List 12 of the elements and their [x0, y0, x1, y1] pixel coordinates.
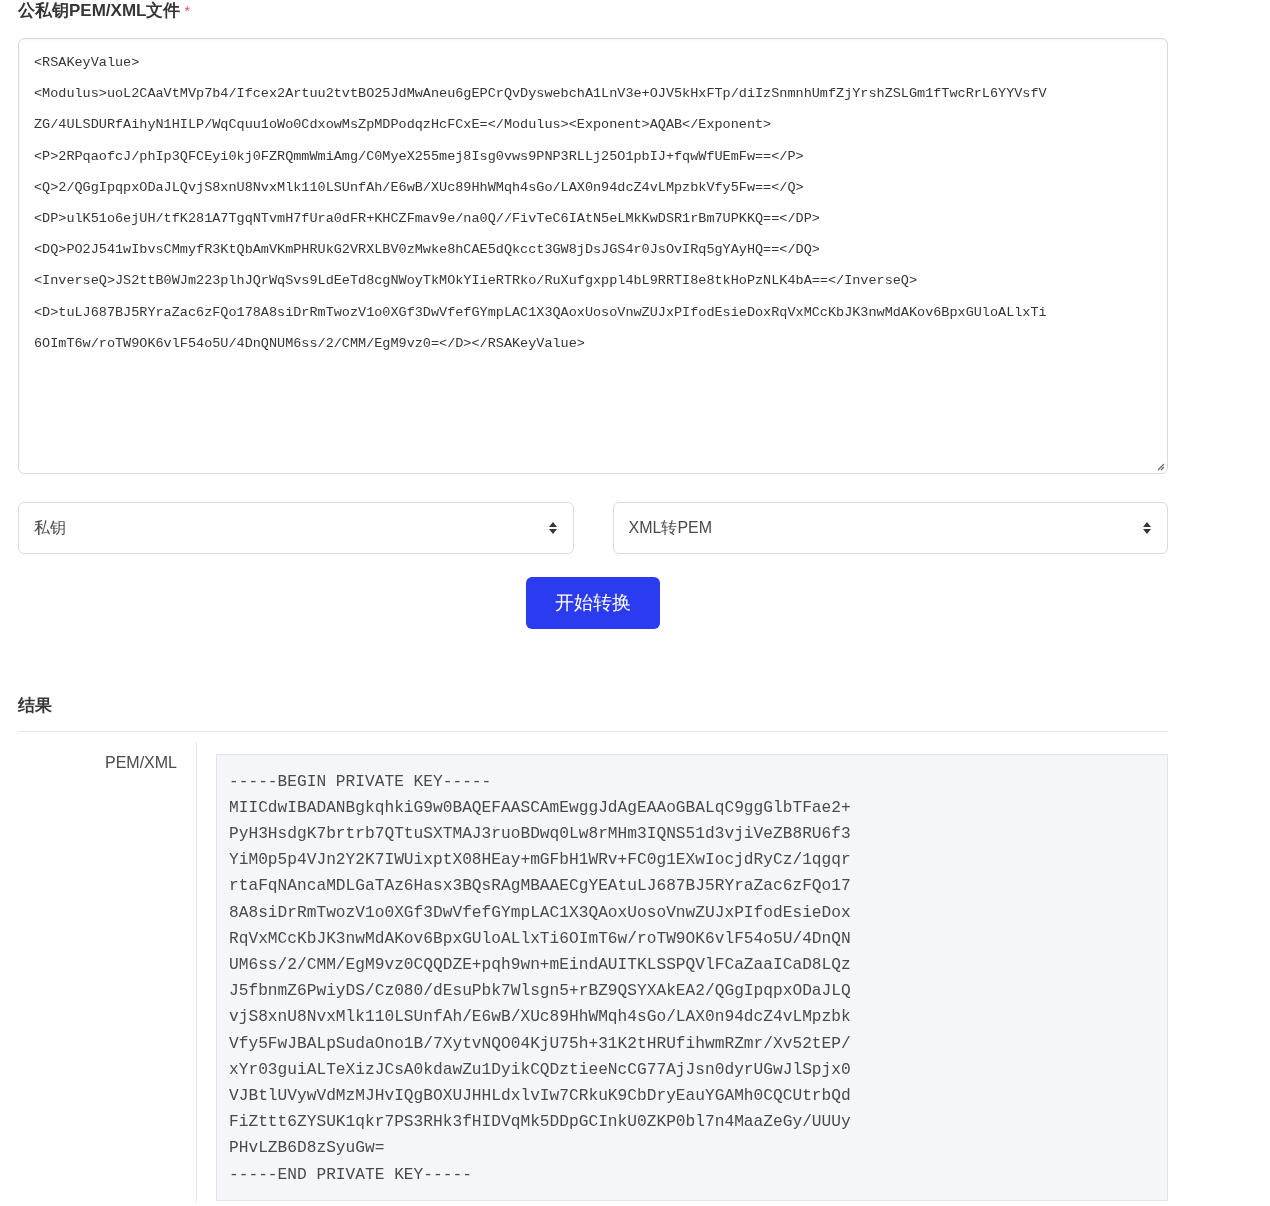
select-dropdown[interactable]: XML转PEM [612, 502, 1168, 554]
result-heading: 结果 [18, 696, 52, 715]
required-mark: * [184, 2, 190, 21]
select-dropdown[interactable]: 私钥 [18, 502, 574, 554]
resize-handle-icon[interactable] [1156, 462, 1165, 471]
key-textarea[interactable]: <RSAKeyValue> <Modulus>uoL2CAaVtMVp7b4/Ifcex2Artuu2tvtBO25JdMwAneu6gEPCrQvDyswebchA1LnV3e+OJV5kHxFTp/diIzSnmnhUmfZjYrshZSLGm1fTwcRrL6YYVsfV ZG/4ULSDURfAihyN1HILP/WqCquu1oWo0CdxowMsZpMDPodqzHcFCxE=</Modulus><Exponent>AQAB</Exponent> <P>2RPqaofcJ/phIp3QFCEyi0kj0FZRQmmWmiAmg/C0MyeX255mej8Isg0vws9PNP3RLLj25O1pbIJ+fqwWfUEmFw==</P> <Q>2/QGgIpqpxODaJLQvjS8xnU8NvxMlk110LSUnfAh/E6wB/XUc89HhWMqh4sGo/LAX0n94dcZ4vLMpzbkVfy5Fw==</Q> <DP>ulK51o6ejUH/tfK281A7TgqNTvmH7fUra0dFR+KHCZFmav9e/na0Q//FivTeC6IAtN5eLMkKwDSR1rBm7UPKKQ==</DP> <DQ>PO2J541wIbvsCMmyfR3KtQbAmVKmPHRUkG2VRXLBV0zMwke8hCAE5dQkcct3GW8jDsJGS4r0JsOvIRq5gYAyHQ==</DQ> <InverseQ>JS2ttB0WJm223plhJQrWqSvs9LdEeTd8cgNWoyTkMOkYIieRTRko/RuXufgxppl4bL9RRTI8e8tkHoPzNLK4bA==</InverseQ> <D>tuLJ687BJ5RYraZac6zFQo178A8siDrRmTwozV1o0XGf3DwVfefGYmpLAC1X3QAoxUosoVnwZUJxPIfodEsieDoxRqVxMCcKbJK3nwMdAKov6BpxGUloALlxTi 6OImT6w/roTW9OK6vlF54o5U/4DnQNUM6ss/2/CMM/EgM9vz0=</D></RSAKeyValue> [18, 38, 1168, 474]
result-label: PEM/XML [105, 753, 177, 771]
result-output: -----BEGIN PRIVATE KEY----- MIICdwIBADANBgkqhkiG9w0BAQEFAASCAmEwggJdAgEAAoGBALqC9ggGlbTFae2+ PyH3HsdgK7brtrb7QTtuSXTMAJ3ruoBDwq0Lw8rMHm3IQNS51d3vjiVeZB8RU6f3 YiM0p5p4VJn2Y2K7IWUixptX08HEay+mGFbH1WRv+FC0g1EXwIocjdRyCz/1qgqr rtaFqNAncaMDLGaTAz6Hasx3BQsRAgMBAAECgYEAtuLJ687BJ5RYraZac6zFQo17 8A8siDrRmTwozV1o0XGf3DwVfefGYmpLAC1X3QAoxUosoVnwZUJxPIfodEsieDox RqVxMCcKbJK3nwMdAKov6BpxGUloALlxTi6OImT6w/roTW9OK6vlF54o5U/4DnQN UM6ss/2/CMM/EgM9vz0CQQDZE+pqh9wn+mEindAUITKLSSPQVlFCaZaaICaD8LQz J5fbnmZ6PwiyDS/Cz080/dEsuPbk7Wlsgn5+rBZ9QSYXAkEA2/QGgIpqpxODaJLQ vjS8xnU8NvxMlk110LSUnfAh/E6wB/XUc89HhWMqh4sGo/LAX0n94dcZ4vLMpzbk Vfy5FwJBALpSudaOno1B/7XytvNQO04KjU75h+31K2tHRUfihwmRZmr/Xv52tEP/ xYr03guiALTeXizJCsA0kdawZu1DyikCQDztieeNcCG77AjJsn0dyrUGwJlSpjx0 VJBtlUVywVdMzMJHvIQgBOXUJHHLdxlvIw7CRkuK9CbDryEauYGAMh0CQCUtrbQd FiZttt6ZYSUK1qkr7PS3RHk3fHIDVqMk5DDpGCInkU0ZKP0bl7n4MaaZeGy/UUUy PHvLZB6D8zSyuGw= -----END PRIVATE KEY----- [216, 753, 1168, 1201]
convert-button[interactable]: 开始转换 [526, 577, 660, 629]
field-label: 公私钥PEM/XML文件 [18, 1, 181, 21]
sort-arrows-icon [547, 521, 558, 535]
sort-arrows-icon [1142, 521, 1152, 535]
